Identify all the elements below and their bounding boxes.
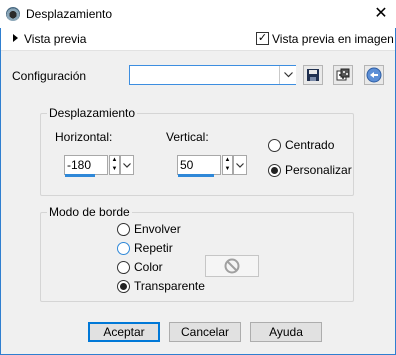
- border-mode-title: Modo de borde: [47, 205, 132, 219]
- repeat-radio[interactable]: [117, 242, 130, 255]
- live-preview-label[interactable]: Vista previa en imagen: [272, 32, 394, 46]
- chevron-down-icon[interactable]: [233, 155, 247, 175]
- dice-icon: [336, 68, 350, 81]
- horizontal-input[interactable]: -180: [64, 155, 108, 175]
- offset-group-title: Desplazamiento: [47, 106, 138, 120]
- horizontal-spinner: -180 ▲ ▼: [64, 155, 134, 178]
- horizontal-stepper[interactable]: ▲ ▼: [109, 155, 120, 175]
- save-preset-button[interactable]: [303, 65, 323, 85]
- color-radio[interactable]: [117, 261, 130, 274]
- color-swatch[interactable]: [205, 255, 259, 277]
- transparent-radio[interactable]: [117, 280, 130, 293]
- transparent-label[interactable]: Transparente: [134, 279, 205, 293]
- expand-arrow-icon[interactable]: [13, 34, 18, 42]
- custom-radio[interactable]: [268, 164, 281, 177]
- horizontal-slider-bar: [65, 174, 95, 177]
- repeat-label[interactable]: Repetir: [134, 241, 173, 255]
- reset-icon: [366, 67, 382, 83]
- live-preview-checkbox[interactable]: ✓: [256, 32, 269, 45]
- ok-button[interactable]: Aceptar: [88, 322, 160, 342]
- vertical-stepper[interactable]: ▲ ▼: [222, 155, 233, 175]
- vertical-spinner: 50 ▲ ▼: [177, 155, 247, 178]
- vertical-slider-bar: [178, 174, 214, 177]
- window-title: Desplazamiento: [26, 7, 113, 21]
- randomize-button[interactable]: [333, 65, 353, 85]
- vertical-label: Vertical:: [166, 130, 209, 144]
- app-icon: [6, 7, 20, 21]
- centered-radio[interactable]: [268, 139, 281, 152]
- wrap-label[interactable]: Envolver: [134, 222, 181, 236]
- help-button[interactable]: Ayuda: [250, 322, 322, 342]
- config-select[interactable]: [129, 65, 296, 85]
- save-icon: [307, 69, 319, 81]
- vertical-input[interactable]: 50: [177, 155, 221, 175]
- chevron-down-icon[interactable]: [279, 66, 296, 84]
- reset-button[interactable]: [364, 65, 384, 85]
- centered-label[interactable]: Centrado: [285, 138, 334, 152]
- config-label: Configuración: [12, 69, 87, 83]
- disabled-icon: [224, 258, 240, 274]
- cancel-button[interactable]: Cancelar: [169, 322, 241, 342]
- close-icon[interactable]: ✕: [369, 2, 393, 26]
- custom-label[interactable]: Personalizar: [285, 163, 352, 177]
- preview-toggle-label[interactable]: Vista previa: [24, 32, 86, 46]
- wrap-radio[interactable]: [117, 223, 130, 236]
- horizontal-label: Horizontal:: [55, 130, 113, 144]
- color-label[interactable]: Color: [134, 260, 163, 274]
- chevron-down-icon[interactable]: [120, 155, 134, 175]
